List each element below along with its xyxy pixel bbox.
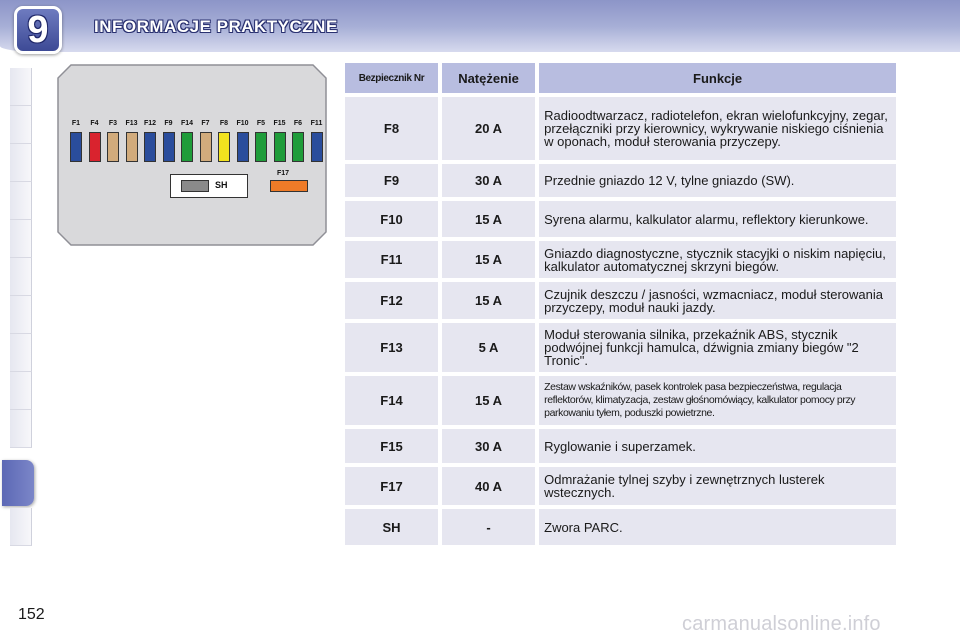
fuse-f14 (181, 132, 193, 162)
fuse-function: Zestaw wskaźników, pasek kontrolek pasa … (539, 376, 896, 425)
side-tab-3[interactable] (10, 144, 32, 182)
page-number: 152 (18, 606, 45, 623)
side-tab-6[interactable] (10, 258, 32, 296)
header-functions: Funkcje (539, 63, 896, 93)
table-row: SH - Zwora PARC. (345, 509, 896, 545)
sh-shunt (181, 180, 209, 192)
fuse-amperage: 15 A (441, 376, 536, 425)
fuse-f10 (236, 132, 249, 162)
fuse-function: Ryglowanie i superzamek. (539, 429, 896, 463)
fuse-label: F11 (310, 120, 323, 127)
sh-shunt-box: SH (170, 174, 248, 198)
table-row: F10 15 A Syrena alarmu, kalkulator alarm… (345, 201, 896, 237)
header-amperage: Natężenie (441, 63, 536, 93)
fuse-amperage: 40 A (441, 467, 536, 505)
table-row: F13 5 A Moduł sterowania silnika, przeka… (345, 323, 896, 372)
fuse-f6 (292, 132, 304, 162)
fuse-f15 (273, 132, 286, 162)
table-row: F11 15 A Gniazdo diagnostyczne, stycznik… (345, 241, 896, 278)
f17-fuse (270, 180, 308, 192)
side-tab-4[interactable] (10, 182, 32, 220)
side-tab-active[interactable] (2, 460, 34, 506)
fuse-function: Przednie gniazdo 12 V, tylne gniazdo (SW… (539, 164, 896, 197)
fuse-function: Syrena alarmu, kalkulator alarmu, reflek… (539, 201, 896, 237)
fuse-f9 (162, 132, 175, 162)
fuse-number: SH (345, 509, 438, 545)
fuse-amperage: 20 A (441, 97, 536, 160)
fuse-number: F10 (345, 201, 438, 237)
fuse-table: Bezpiecznik Nr Natężenie Funkcje F8 20 A… (341, 59, 900, 549)
fuse-amperage: - (441, 509, 536, 545)
fuse-function: Gniazdo diagnostyczne, stycznik stacyjki… (539, 241, 896, 278)
fuse-f5 (255, 132, 267, 162)
fuse-amperage: 30 A (441, 164, 536, 197)
fuse-amperage: 30 A (441, 429, 536, 463)
fuse-amperage: 15 A (441, 282, 536, 319)
chapter-badge: 9 (14, 6, 62, 54)
fuse-f4 (88, 132, 101, 162)
side-tab-2[interactable] (10, 106, 32, 144)
side-tab-9[interactable] (10, 372, 32, 410)
fuse-function: Odmrażanie tylnej szyby i zewnętrznych l… (539, 467, 896, 505)
fuse-number: F14 (345, 376, 438, 425)
page-title: INFORMACJE PRAKTYCZNE (94, 17, 338, 36)
fuse-amperage: 15 A (441, 241, 536, 278)
table-row: F8 20 A Radioodtwarzacz, radiotelefon, e… (345, 97, 896, 160)
fuse-number: F15 (345, 429, 438, 463)
fuse-function: Zwora PARC. (539, 509, 896, 545)
fuse-box-diagram: F1 F4 F3 F13 F12 F9 F14 F7 F8 F10 F5 F15 F6 F11 SH F1… (57, 64, 327, 246)
fuse-number: F13 (345, 323, 438, 372)
fuse-number: F11 (345, 241, 438, 278)
fuse-f3 (107, 132, 119, 162)
fuse-amperage: 5 A (441, 323, 536, 372)
fuse-function: Radioodtwarzacz, radiotelefon, ekran wie… (539, 97, 896, 160)
fuse-f12 (144, 132, 156, 162)
fuse-number: F8 (345, 97, 438, 160)
side-tab-8[interactable] (10, 334, 32, 372)
side-tabs (0, 66, 34, 576)
side-tab-5[interactable] (10, 220, 32, 258)
table-row: F15 30 A Ryglowanie i superzamek. (345, 429, 896, 463)
fuse-number: F12 (345, 282, 438, 319)
table-row: F12 15 A Czujnik deszczu / jasności, wzm… (345, 282, 896, 319)
fuse-amperage: 15 A (441, 201, 536, 237)
header-fuse-number: Bezpiecznik Nr (345, 63, 438, 93)
fuse-f8 (218, 132, 230, 162)
fuse-f11 (310, 132, 323, 162)
fuse-f7 (199, 132, 212, 162)
side-tab-10[interactable] (10, 410, 32, 448)
watermark: carmanualsonline.info (682, 613, 881, 635)
side-tab-12[interactable] (10, 508, 32, 546)
f17-label: F17 (277, 170, 290, 177)
sh-label: SH (215, 180, 228, 190)
table-row: F14 15 A Zestaw wskaźników, pasek kontro… (345, 376, 896, 425)
fuse-function: Czujnik deszczu / jasności, wzmacniacz, … (539, 282, 896, 319)
fuse-number: F9 (345, 164, 438, 197)
table-header-row: Bezpiecznik Nr Natężenie Funkcje (345, 63, 896, 93)
side-tab-7[interactable] (10, 296, 32, 334)
table-row: F17 40 A Odmrażanie tylnej szyby i zewnę… (345, 467, 896, 505)
fuse-f1 (70, 132, 82, 162)
fuse-number: F17 (345, 467, 438, 505)
table-row: F9 30 A Przednie gniazdo 12 V, tylne gni… (345, 164, 896, 197)
fuse-function: Moduł sterowania silnika, przekaźnik ABS… (539, 323, 896, 372)
fuse-f13 (125, 132, 138, 162)
side-tab-1[interactable] (10, 68, 32, 106)
